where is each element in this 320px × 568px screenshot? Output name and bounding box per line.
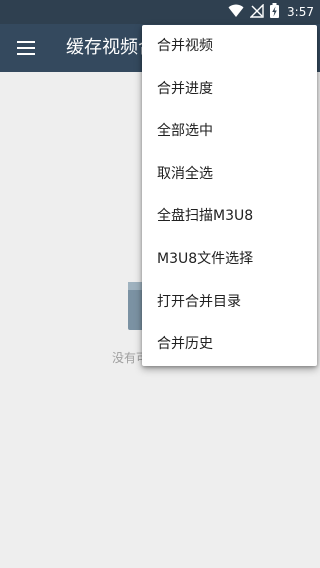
status-bar: 3:57 <box>0 0 320 24</box>
menu-item-scan-m3u8[interactable]: 全盘扫描M3U8 <box>142 195 317 238</box>
menu-item-select-m3u8-file[interactable]: M3U8文件选择 <box>142 238 317 281</box>
status-time: 3:57 <box>287 5 314 19</box>
menu-item-merge-progress[interactable]: 合并进度 <box>142 68 317 111</box>
battery-charging-icon <box>270 2 280 22</box>
status-icons: 3:57 <box>228 0 314 24</box>
menu-item-merge-video[interactable]: 合并视频 <box>142 25 317 68</box>
menu-item-merge-history[interactable]: 合并历史 <box>142 323 317 366</box>
menu-item-open-merge-folder[interactable]: 打开合并目录 <box>142 281 317 324</box>
hamburger-menu-icon[interactable] <box>10 32 42 64</box>
overflow-menu: 合并视频 合并进度 全部选中 取消全选 全盘扫描M3U8 M3U8文件选择 打开… <box>142 25 317 366</box>
no-signal-icon <box>249 2 264 22</box>
menu-item-deselect-all[interactable]: 取消全选 <box>142 153 317 196</box>
wifi-icon <box>228 3 244 22</box>
menu-item-select-all[interactable]: 全部选中 <box>142 110 317 153</box>
